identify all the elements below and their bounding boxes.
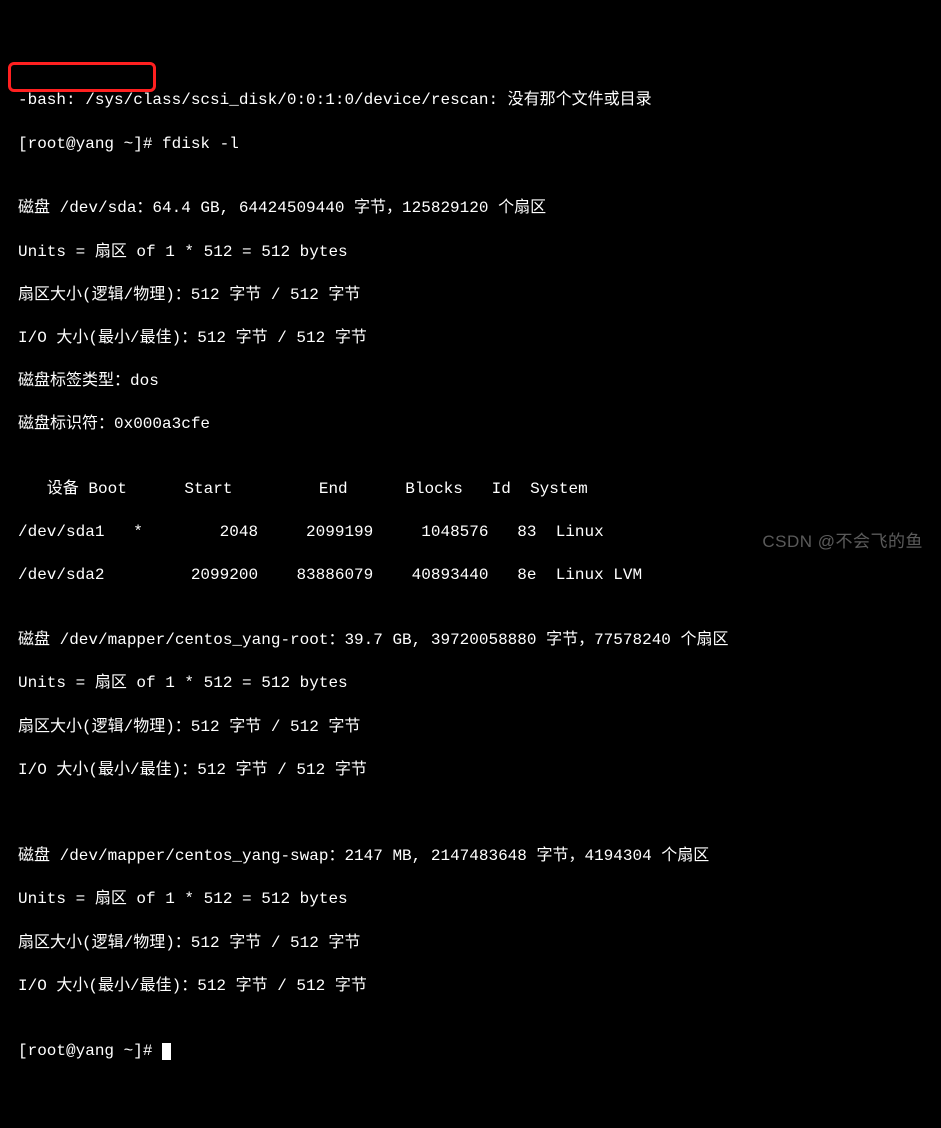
prompt-text: [root@yang ~]#	[18, 1042, 162, 1060]
terminal-line: 扇区大小(逻辑/物理)：512 字节 / 512 字节	[0, 717, 941, 739]
terminal-line: 扇区大小(逻辑/物理)：512 字节 / 512 字节	[0, 285, 941, 307]
terminal-line: Units = 扇区 of 1 * 512 = 512 bytes	[0, 673, 941, 695]
terminal-prompt-line[interactable]: [root@yang ~]# fdisk -l	[0, 134, 941, 156]
terminal-line: I/O 大小(最小/最佳)：512 字节 / 512 字节	[0, 760, 941, 782]
watermark-text: CSDN @不会飞的鱼	[762, 531, 923, 554]
annotation-highlight	[8, 62, 156, 92]
terminal-line: 磁盘 /dev/mapper/centos_yang-root：39.7 GB,…	[0, 630, 941, 652]
partition-table-header: 设备 Boot Start End Blocks Id System	[0, 479, 941, 501]
terminal-line: I/O 大小(最小/最佳)：512 字节 / 512 字节	[0, 976, 941, 998]
partition-table-row: /dev/sda2 2099200 83886079 40893440 8e L…	[0, 565, 941, 587]
terminal-line: I/O 大小(最小/最佳)：512 字节 / 512 字节	[0, 328, 941, 350]
terminal-line: Units = 扇区 of 1 * 512 = 512 bytes	[0, 242, 941, 264]
terminal-line: 磁盘标签类型：dos	[0, 371, 941, 393]
terminal-line: Units = 扇区 of 1 * 512 = 512 bytes	[0, 889, 941, 911]
terminal-line: 磁盘 /dev/mapper/centos_yang-swap：2147 MB,…	[0, 846, 941, 868]
terminal-line: -bash: /sys/class/scsi_disk/0:0:1:0/devi…	[0, 90, 941, 112]
terminal-line: 扇区大小(逻辑/物理)：512 字节 / 512 字节	[0, 933, 941, 955]
terminal-prompt-line[interactable]: [root@yang ~]#	[0, 1041, 941, 1063]
terminal-line: 磁盘标识符：0x000a3cfe	[0, 414, 941, 436]
terminal-line: 磁盘 /dev/sda：64.4 GB, 64424509440 字节，1258…	[0, 198, 941, 220]
cursor-icon	[162, 1043, 171, 1060]
